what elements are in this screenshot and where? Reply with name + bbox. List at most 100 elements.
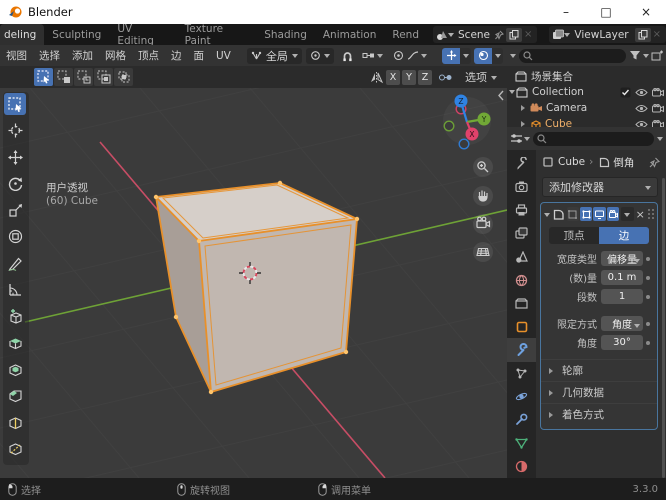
modifier-panel-header[interactable]: × bbox=[541, 203, 657, 225]
select-mode-intersect-button[interactable] bbox=[114, 68, 133, 86]
tab-modifiers[interactable] bbox=[507, 338, 536, 362]
tab-physics[interactable] bbox=[507, 385, 536, 408]
mirror-y-button[interactable]: Y bbox=[402, 69, 416, 85]
select-mode-invert-button[interactable] bbox=[94, 68, 113, 86]
outliner-row-collection[interactable]: Collection bbox=[507, 84, 666, 100]
options-dropdown[interactable]: 选项 bbox=[465, 69, 497, 85]
select-mode-set-button[interactable] bbox=[34, 68, 53, 86]
tab-texture-paint[interactable]: Texture Paint bbox=[177, 23, 257, 47]
tab-object-data[interactable] bbox=[507, 431, 536, 454]
gizmo-neg-y[interactable] bbox=[443, 120, 455, 132]
display-filter-chevron[interactable] bbox=[657, 137, 663, 144]
new-scene-button[interactable] bbox=[506, 27, 523, 42]
tool-transform[interactable] bbox=[4, 226, 26, 248]
drag-handle-icon[interactable] bbox=[647, 208, 654, 220]
modifier-extras-dropdown[interactable] bbox=[621, 207, 634, 221]
snap-magnet-icon[interactable] bbox=[341, 49, 354, 63]
properties-scrollbar[interactable] bbox=[662, 178, 665, 478]
gizmo-dropdown[interactable] bbox=[460, 47, 471, 64]
select-mode-subtract-button[interactable] bbox=[74, 68, 93, 86]
tab-vertices[interactable]: 顶点 bbox=[549, 227, 599, 244]
tab-edges[interactable]: 边 bbox=[599, 227, 649, 244]
on-cage-toggle[interactable] bbox=[566, 207, 579, 221]
select-mode-extend-button[interactable] bbox=[54, 68, 73, 86]
tab-object[interactable] bbox=[507, 315, 536, 338]
tool-add-cube[interactable] bbox=[4, 305, 26, 327]
tab-view-layer[interactable] bbox=[507, 222, 536, 245]
snap-target-dropdown[interactable] bbox=[358, 48, 387, 64]
properties-editor-icon[interactable] bbox=[510, 133, 523, 144]
tab-particles[interactable] bbox=[507, 362, 536, 385]
angle-input[interactable]: 30° bbox=[601, 335, 643, 350]
menu-vertex[interactable]: 顶点 bbox=[132, 48, 165, 63]
breadcrumb-object[interactable]: Cube bbox=[558, 156, 585, 168]
animate-dot[interactable] bbox=[643, 256, 653, 261]
animate-dot[interactable] bbox=[643, 321, 653, 326]
outliner-row-scene-collection[interactable]: 场景集合 bbox=[507, 68, 666, 84]
viewport-3d[interactable]: Z Y X 用户透视 (60) Cube bbox=[0, 29, 666, 500]
mirror-z-button[interactable]: Z bbox=[418, 69, 432, 85]
expand-icon[interactable] bbox=[521, 105, 528, 111]
pivot-point-dropdown[interactable] bbox=[305, 47, 334, 64]
limit-method-dropdown[interactable]: 角度 bbox=[601, 316, 643, 331]
checkbox-icon[interactable] bbox=[620, 87, 631, 98]
tool-loop-cut[interactable] bbox=[4, 411, 26, 433]
tool-bevel[interactable] bbox=[4, 385, 26, 407]
edit-mode-toggle[interactable] bbox=[579, 207, 593, 221]
tab-sculpting[interactable]: Sculpting bbox=[44, 24, 109, 45]
width-type-dropdown[interactable]: 偏移量 bbox=[601, 251, 643, 266]
new-view-layer-button[interactable] bbox=[634, 27, 651, 42]
tool-rotate[interactable] bbox=[4, 173, 26, 195]
show-gizmo-toggle[interactable] bbox=[442, 47, 460, 64]
tool-select-box[interactable] bbox=[4, 93, 26, 115]
tab-scene[interactable] bbox=[507, 245, 536, 268]
realtime-display-toggle[interactable] bbox=[593, 207, 606, 221]
disable-render-camera-icon[interactable] bbox=[652, 103, 664, 113]
menu-face[interactable]: 面 bbox=[188, 48, 211, 63]
properties-search-input[interactable] bbox=[533, 131, 654, 146]
tab-modeling[interactable]: deling bbox=[0, 24, 45, 45]
mirror-x-button[interactable]: X bbox=[386, 69, 400, 85]
amount-input[interactable]: 0.1 m bbox=[601, 270, 643, 285]
tab-render[interactable] bbox=[507, 175, 536, 198]
tab-output[interactable] bbox=[507, 199, 536, 222]
menu-uv[interactable]: UV bbox=[210, 50, 237, 62]
tool-scale[interactable] bbox=[4, 199, 26, 221]
proportional-editing-group[interactable] bbox=[389, 48, 431, 64]
pin-icon[interactable] bbox=[649, 157, 660, 168]
hide-eye-icon[interactable] bbox=[635, 88, 648, 97]
filter-icon[interactable] bbox=[629, 50, 641, 61]
mirror-icon[interactable] bbox=[369, 71, 384, 84]
section-profile[interactable]: 轮廓 bbox=[541, 359, 657, 381]
overlays-dropdown[interactable] bbox=[492, 47, 503, 64]
tool-annotate[interactable] bbox=[4, 252, 26, 274]
tab-material[interactable] bbox=[507, 455, 536, 478]
tool-cursor[interactable] bbox=[4, 120, 26, 142]
snap-symmetry-icon[interactable] bbox=[438, 71, 453, 84]
panel-expand-chevron[interactable] bbox=[544, 212, 550, 220]
menu-add[interactable]: 添加 bbox=[66, 48, 99, 63]
tool-knife[interactable] bbox=[4, 438, 26, 460]
tab-tool[interactable] bbox=[507, 152, 536, 175]
tab-constraints[interactable] bbox=[507, 408, 536, 431]
tab-collection[interactable] bbox=[507, 292, 536, 315]
tool-move[interactable] bbox=[4, 146, 26, 168]
tool-inset-faces[interactable] bbox=[4, 358, 26, 380]
tab-world[interactable] bbox=[507, 268, 536, 291]
section-geometry[interactable]: 几何数据 bbox=[541, 381, 657, 403]
show-overlays-toggle[interactable] bbox=[474, 47, 492, 64]
tab-rendering[interactable]: Rend bbox=[384, 24, 427, 45]
menu-edge[interactable]: 边 bbox=[165, 48, 188, 63]
animate-dot[interactable] bbox=[643, 275, 653, 280]
animate-dot[interactable] bbox=[643, 340, 653, 345]
hide-eye-icon[interactable] bbox=[635, 104, 648, 113]
menu-view[interactable]: 视图 bbox=[0, 48, 33, 63]
breadcrumb-modifier[interactable]: 倒角 bbox=[613, 155, 634, 170]
minimize-button[interactable]: – bbox=[546, 0, 586, 24]
transform-orientation-dropdown[interactable]: 全局 bbox=[246, 47, 302, 64]
section-shading[interactable]: 着色方式 bbox=[541, 403, 657, 425]
expand-collection-icon[interactable] bbox=[509, 89, 515, 97]
menu-select[interactable]: 选择 bbox=[33, 48, 66, 63]
gizmo-neg-z[interactable] bbox=[458, 138, 470, 150]
tab-shading[interactable]: Shading bbox=[256, 24, 315, 45]
